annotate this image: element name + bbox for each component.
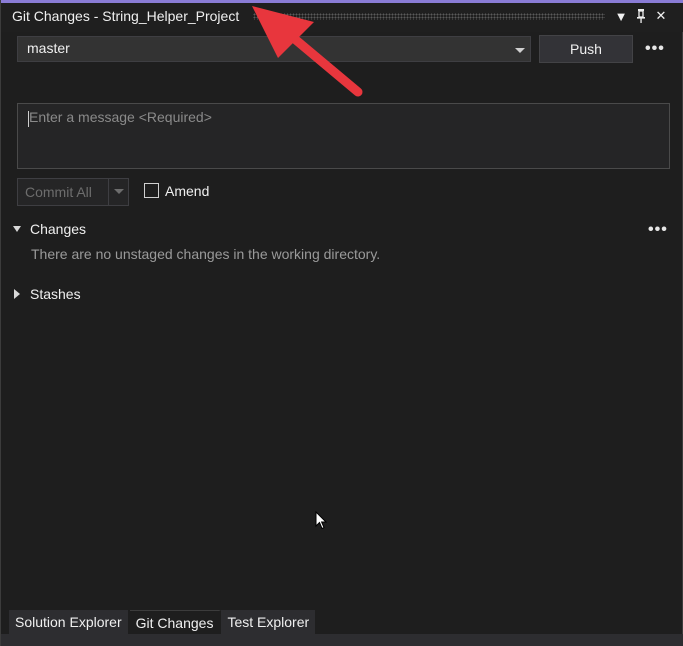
stashes-section-title: Stashes: [30, 286, 81, 302]
chevron-down-icon: [515, 48, 525, 53]
commit-message-input[interactable]: Enter a message <Required>: [17, 103, 670, 169]
commit-all-button[interactable]: Commit All: [17, 178, 129, 206]
no-changes-message: There are no unstaged changes in the wor…: [31, 246, 381, 262]
bottom-scroll-strip: [1, 634, 683, 646]
more-options-icon[interactable]: •••: [645, 41, 665, 57]
tab-git-changes[interactable]: Git Changes: [129, 610, 222, 634]
commit-all-label: Commit All: [25, 184, 92, 200]
commit-message-placeholder: Enter a message <Required>: [29, 109, 212, 125]
mouse-pointer-icon: [315, 511, 328, 530]
bottom-tab-strip: Solution Explorer Git Changes Test Explo…: [9, 610, 318, 634]
branch-name: master: [27, 40, 70, 56]
commit-options-chevron-icon[interactable]: [114, 189, 124, 194]
changes-more-options-icon[interactable]: •••: [648, 222, 668, 238]
window-position-dropdown-icon[interactable]: ▼: [612, 6, 630, 26]
changes-section-title: Changes: [30, 221, 87, 237]
collapsed-triangle-icon: [14, 289, 20, 299]
tab-solution-explorer[interactable]: Solution Explorer: [9, 610, 130, 634]
expanded-triangle-icon: [13, 226, 21, 232]
pin-icon[interactable]: [632, 6, 650, 26]
amend-label[interactable]: Amend: [165, 183, 209, 199]
push-button[interactable]: Push: [539, 35, 633, 63]
amend-checkbox[interactable]: [144, 183, 159, 198]
tab-test-explorer[interactable]: Test Explorer: [221, 610, 318, 634]
red-annotation-arrow-icon: [252, 6, 363, 97]
panel-title: Git Changes - String_Helper_Project: [12, 8, 240, 24]
close-icon[interactable]: ✕: [652, 6, 670, 26]
split-divider: [108, 179, 109, 205]
